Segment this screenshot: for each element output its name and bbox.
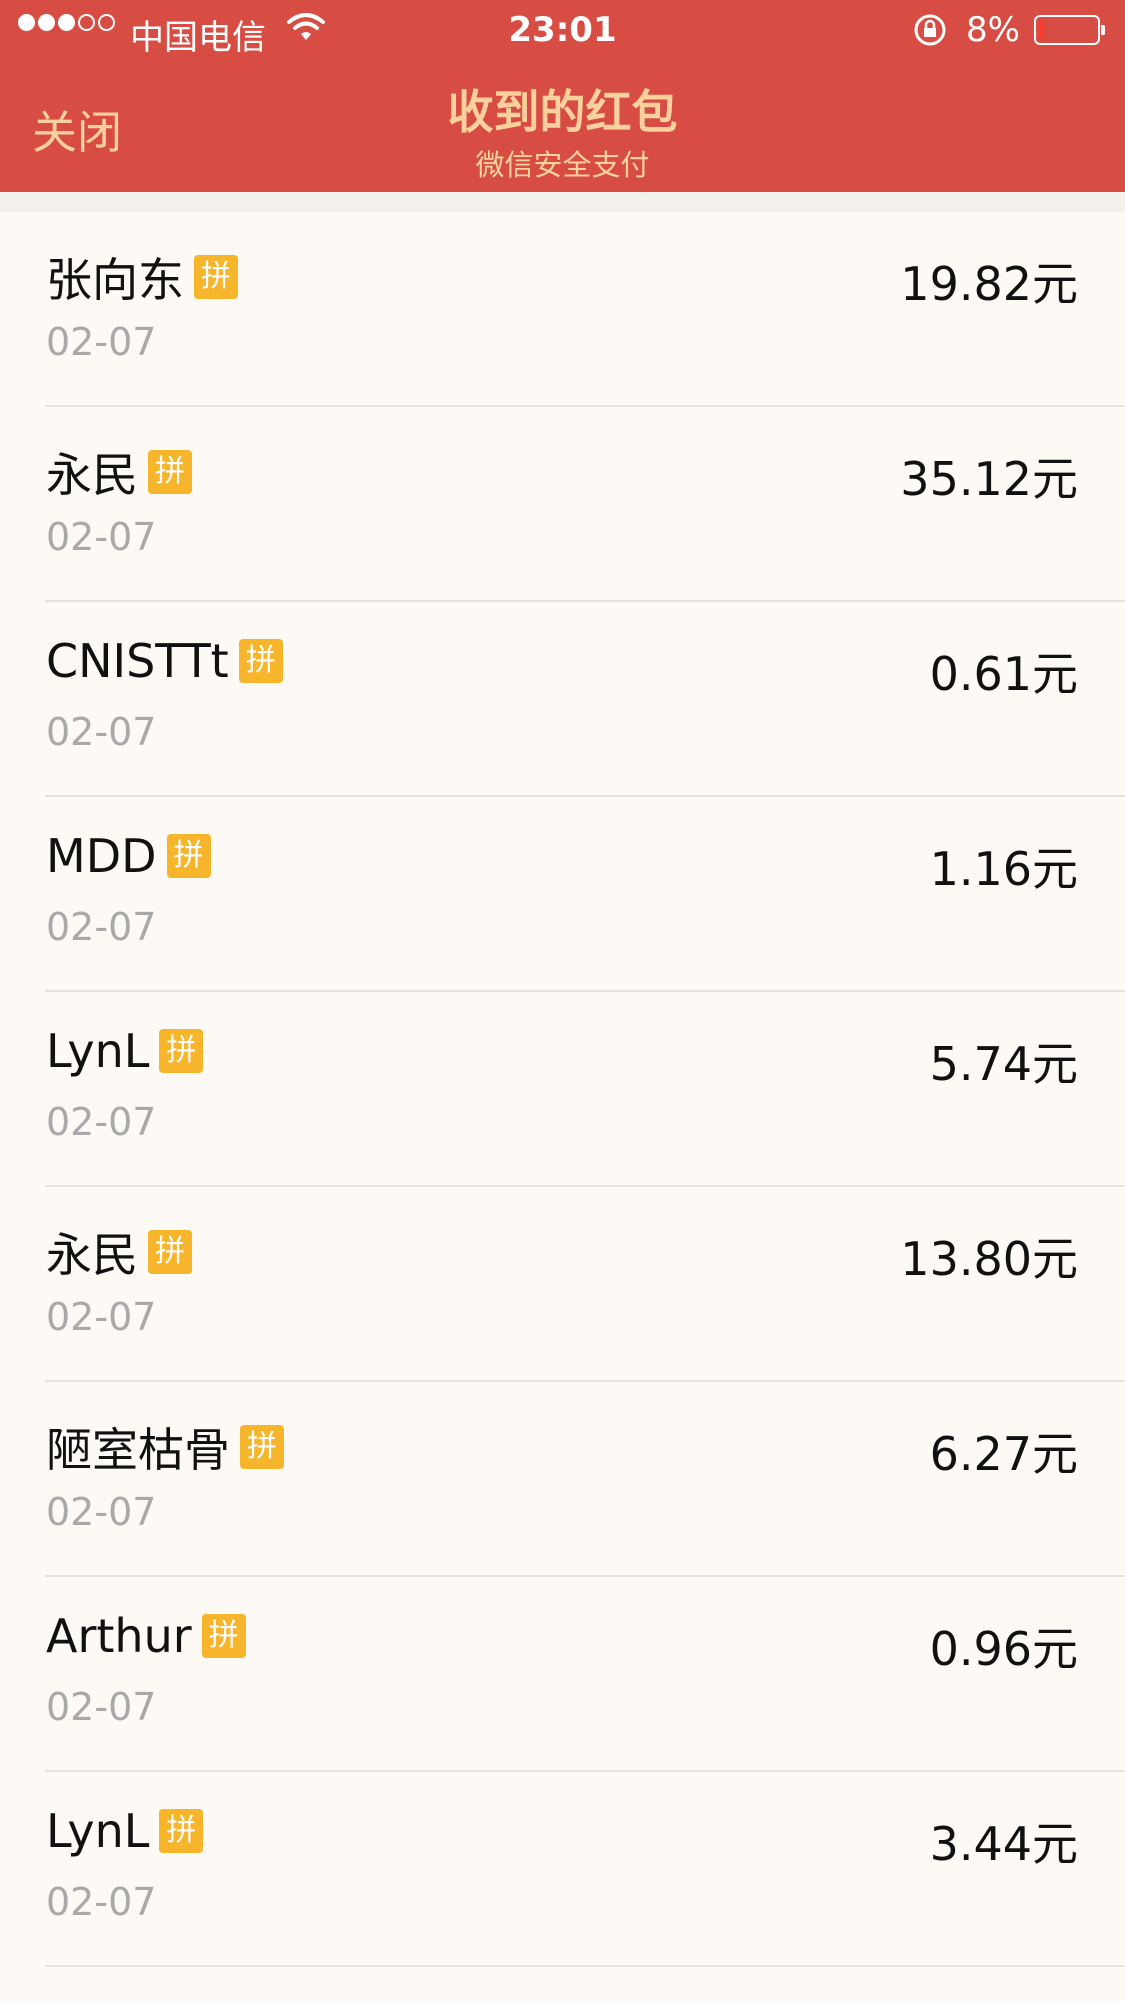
group-badge: 拼 (238, 639, 283, 683)
amount: 35.12元 (900, 452, 1078, 506)
received-date: 02-07 (46, 710, 157, 754)
rotation-lock-icon (912, 12, 948, 56)
group-badge: 拼 (240, 1425, 284, 1469)
group-badge: 拼 (159, 1809, 204, 1853)
battery-percent: 8% (966, 10, 1020, 50)
received-date: 02-07 (46, 1880, 157, 1924)
amount: 13.80元 (900, 1232, 1078, 1286)
sender-name: 张向东 (46, 253, 184, 307)
amount: 1.16元 (929, 842, 1078, 896)
group-badge: 拼 (201, 1614, 246, 1658)
status-bar: 中国电信 23:01 8% (0, 0, 1125, 64)
list-item[interactable]: LynL 拼 02-07 5.74元 (0, 992, 1125, 1187)
group-badge: 拼 (194, 255, 238, 299)
list-item[interactable]: MDD 拼 02-07 1.16元 (0, 797, 1125, 992)
divider (45, 1965, 1125, 1967)
red-packet-list: 张向东拼 02-07 19.82元 永民拼 02-07 35.12元 CNIST… (0, 212, 1125, 1967)
page-title: 收到的红包 (447, 85, 678, 139)
battery-fill (1039, 20, 1043, 40)
list-item[interactable]: CNISTTt 拼 02-07 0.61元 (0, 602, 1125, 797)
section-gap (0, 192, 1125, 212)
amount: 0.96元 (929, 1622, 1078, 1676)
sender-name: LynL (46, 1024, 150, 1078)
received-date: 02-07 (46, 320, 157, 364)
list-item[interactable]: 永民拼 02-07 35.12元 (0, 407, 1125, 602)
sender-name: 永民 (46, 1228, 138, 1282)
clock-time: 23:01 (508, 10, 617, 50)
list-item[interactable]: LynL 拼 02-07 3.44元 (0, 1772, 1125, 1967)
group-badge: 拼 (148, 450, 192, 494)
amount: 3.44元 (929, 1817, 1078, 1871)
received-date: 02-07 (46, 1685, 157, 1729)
amount: 6.27元 (929, 1427, 1078, 1481)
received-date: 02-07 (46, 515, 157, 559)
group-badge: 拼 (148, 1230, 192, 1274)
amount: 5.74元 (929, 1037, 1078, 1091)
received-date: 02-07 (46, 1100, 157, 1144)
amount: 19.82元 (900, 257, 1078, 311)
received-date: 02-07 (46, 905, 157, 949)
list-item[interactable]: 永民拼 02-07 13.80元 (0, 1187, 1125, 1382)
group-badge: 拼 (166, 834, 211, 878)
list-item[interactable]: Arthur 拼 02-07 0.96元 (0, 1577, 1125, 1772)
battery-icon (1034, 15, 1105, 45)
sender-name: Arthur (46, 1609, 192, 1663)
sender-name: CNISTTt (46, 634, 229, 688)
list-item[interactable]: 张向东拼 02-07 19.82元 (0, 212, 1125, 407)
list-item[interactable]: 陋室枯骨拼 02-07 6.27元 (0, 1382, 1125, 1577)
sender-name: LynL (46, 1804, 150, 1858)
received-date: 02-07 (46, 1490, 157, 1534)
page-subtitle: 微信安全支付 (475, 148, 650, 182)
sender-name: 陋室枯骨 (46, 1423, 230, 1477)
sender-name: MDD (46, 829, 157, 883)
amount: 0.61元 (929, 647, 1078, 701)
header-bar: 中国电信 23:01 8% 关闭 收到的红包 微信安全支付 (0, 0, 1125, 192)
group-badge: 拼 (159, 1029, 204, 1073)
sender-name: 永民 (46, 448, 138, 502)
received-date: 02-07 (46, 1295, 157, 1339)
